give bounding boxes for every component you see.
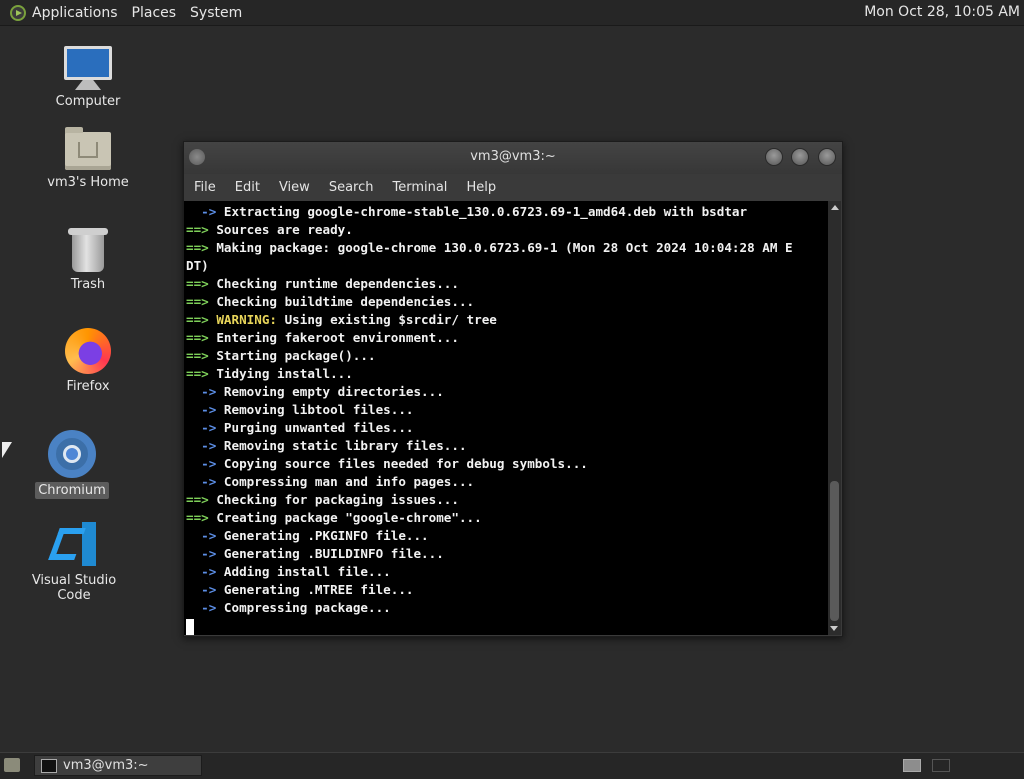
scroll-down-icon[interactable] [830,626,838,631]
desktop-icon-label: Trash [70,277,106,292]
terminal-menubar: File Edit View Search Terminal Help [184,174,842,200]
menu-view[interactable]: View [279,180,310,195]
terminal-line: ==> Checking buildtime dependencies... [186,294,475,309]
scroll-up-icon[interactable] [830,205,839,210]
terminal-line: DT) [186,258,209,273]
terminal-titlebar[interactable]: vm3@vm3:~ [184,142,842,174]
scroll-thumb[interactable] [830,481,839,621]
menu-help[interactable]: Help [466,180,496,195]
terminal-line: -> Generating .MTREE file... [186,582,414,597]
panel-clock[interactable]: Mon Oct 28, 10:05 AM [864,4,1020,20]
terminal-line: ==> Checking runtime dependencies... [186,276,459,291]
desktop-icon-label: Firefox [66,379,110,394]
desktop-icon-trash[interactable]: Trash [52,228,124,293]
close-icon[interactable] [818,148,836,166]
window-menu-icon[interactable] [189,149,205,165]
terminal-cursor [186,618,194,635]
terminal-line: ==> Sources are ready. [186,222,353,237]
chromium-icon [48,430,96,478]
terminal-output[interactable]: -> Extracting google-chrome-stable_130.0… [184,201,828,635]
bottom-panel: vm3@vm3:~ [0,752,1024,779]
minimize-icon[interactable] [765,148,783,166]
workspace-2[interactable] [932,759,950,772]
menu-applications[interactable]: Applications [32,5,118,21]
menu-terminal[interactable]: Terminal [392,180,447,195]
terminal-line: -> Compressing man and info pages... [186,474,475,489]
terminal-line: -> Copying source files needed for debug… [186,456,588,471]
taskbar-terminal-button[interactable]: vm3@vm3:~ [34,755,202,776]
terminal-line: -> Removing static library files... [186,438,467,453]
terminal-line: -> Compressing package... [186,600,391,615]
terminal-line: ==> Creating package "google-chrome"... [186,510,482,525]
terminal-icon [41,759,57,773]
window-title: vm3@vm3:~ [470,149,556,164]
desktop-icon-chromium[interactable]: Chromium [34,430,110,499]
mouse-pointer-icon [2,442,12,458]
terminal-line: -> Extracting google-chrome-stable_130.0… [186,204,748,219]
terminal-text: -> Extracting google-chrome-stable_130.0… [184,201,828,635]
desktop-icon-computer[interactable]: Computer [52,46,124,110]
computer-icon [64,46,112,80]
desktop-icon-home[interactable]: vm3's Home [44,127,132,191]
desktop-icon-vscode[interactable]: Visual Studio Code [12,522,136,604]
firefox-icon [65,328,111,374]
top-panel: Applications Places System Mon Oct 28, 1… [0,0,1024,26]
terminal-line: -> Generating .PKGINFO file... [186,528,429,543]
desktop-icon-firefox[interactable]: Firefox [52,328,124,395]
desktop-icon-label: Computer [55,94,121,109]
show-desktop-icon[interactable] [4,758,20,772]
menu-edit[interactable]: Edit [235,180,260,195]
terminal-line: -> Adding install file... [186,564,391,579]
terminal-line: -> Removing empty directories... [186,384,444,399]
terminal-scrollbar[interactable] [828,201,841,635]
taskbar-label: vm3@vm3:~ [63,758,149,773]
terminal-line: ==> Entering fakeroot environment... [186,330,459,345]
terminal-line: ==> Checking for packaging issues... [186,492,459,507]
vscode-icon [52,522,96,566]
terminal-line: ==> Starting package()... [186,348,376,363]
terminal-line: ==> Tidying install... [186,366,353,381]
desktop-icon-label: Chromium [35,482,109,499]
workspace-1[interactable] [903,759,921,772]
terminal-line: -> Generating .BUILDINFO file... [186,546,444,561]
menu-system[interactable]: System [190,5,242,21]
distro-logo-icon[interactable] [10,4,26,21]
terminal-line: -> Removing libtool files... [186,402,414,417]
menu-search[interactable]: Search [329,180,374,195]
terminal-line: ==> WARNING: Using existing $srcdir/ tre… [186,312,497,327]
menu-file[interactable]: File [194,180,216,195]
maximize-icon[interactable] [791,148,809,166]
trash-icon [68,228,108,272]
terminal-line: ==> Making package: google-chrome 130.0.… [186,240,793,255]
terminal-window[interactable]: vm3@vm3:~ File Edit View Search Terminal… [183,141,843,637]
home-folder-icon [65,127,111,170]
terminal-line: -> Purging unwanted files... [186,420,414,435]
menu-places[interactable]: Places [132,5,177,21]
desktop-icon-label: vm3's Home [47,175,129,190]
desktop-icon-label: Visual Studio Code [31,573,117,603]
